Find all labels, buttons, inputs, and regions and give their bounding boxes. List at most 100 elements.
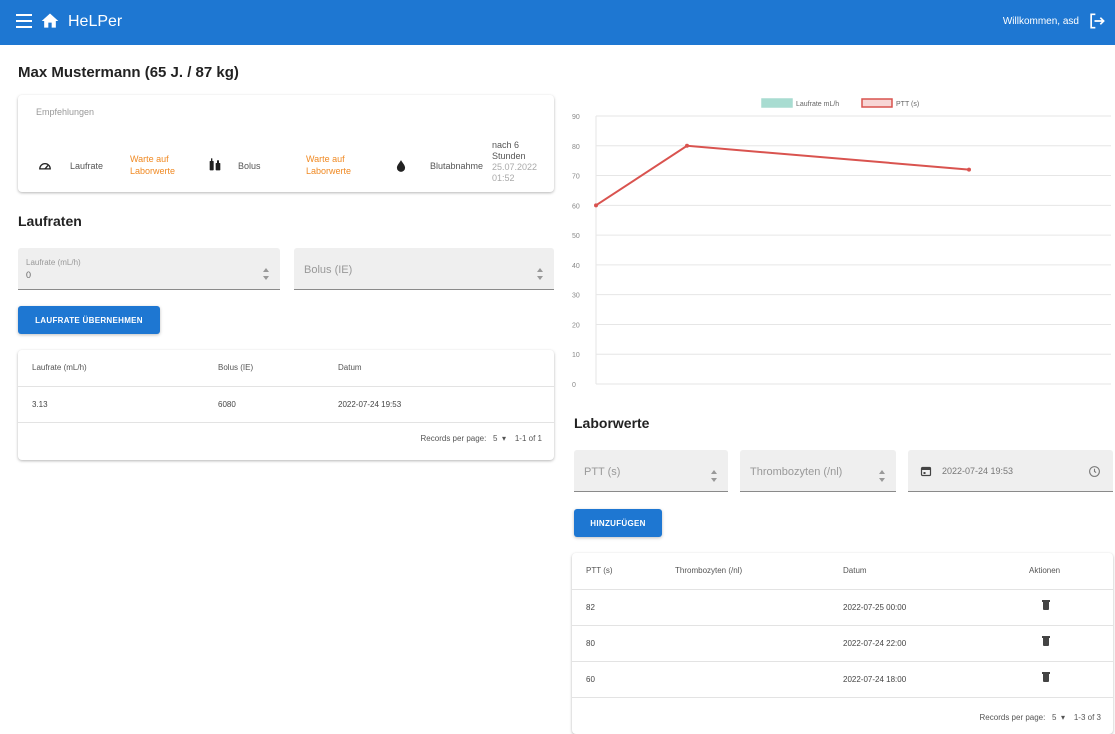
table-row: 60 2022-07-24 18:00 [572, 661, 1113, 698]
ptt-data-point [594, 203, 598, 208]
bolus-input[interactable]: Bolus (IE) [294, 248, 554, 290]
y-tick-label: 0 [572, 382, 576, 389]
blutabnahme-interval: nach 6 [492, 140, 520, 150]
laufrate-uebernehmen-button[interactable]: LAUFRATE ÜBERNEHMEN [18, 306, 160, 334]
app-bar: HeLPer Willkommen, asd [0, 0, 1115, 45]
legend-swatch [761, 98, 793, 108]
laufrate-recommendation: Warte auf Laborwerte [130, 154, 176, 176]
rows-per-page-label: Records per page: [420, 434, 487, 443]
table-row: 3.13 6080 2022-07-24 19:53 [18, 386, 554, 423]
cell-thrombozyten [661, 661, 829, 698]
thrombozyten-input-placeholder: Thrombozyten (/nl) [750, 466, 843, 478]
thrombozyten-input[interactable]: Thrombozyten (/nl) [740, 450, 896, 492]
cell-laufrate: 3.13 [18, 386, 204, 423]
cell-datum: 2022-07-25 00:00 [829, 589, 1015, 626]
bolus-stepper[interactable] [537, 268, 544, 280]
rows-per-page-select[interactable]: 5 [1052, 713, 1056, 722]
laufraten-table: Laufrate (mL/h) Bolus (IE) Datum 3.13 60… [18, 350, 554, 423]
delete-icon[interactable] [1042, 600, 1050, 610]
recommendations-card: Empfehlungen Laufrate Warte auf Laborwer… [18, 95, 554, 192]
laufraten-table-card: Laufrate (mL/h) Bolus (IE) Datum 3.13 60… [18, 350, 554, 460]
clock-icon[interactable] [1088, 465, 1101, 478]
cell-ptt: 82 [572, 589, 661, 626]
app-title[interactable]: HeLPer [68, 13, 122, 31]
y-tick-label: 80 [572, 144, 580, 151]
laufrate-label: Laufrate [70, 161, 104, 171]
col-bolus[interactable]: Bolus (IE) [204, 350, 324, 387]
col-datum[interactable]: Datum [324, 350, 554, 387]
chevron-down-icon[interactable]: ▾ [1059, 713, 1072, 722]
menu-icon[interactable] [16, 14, 32, 28]
blutabnahme-unit: Stunden [492, 151, 526, 161]
blutabnahme-time: 01:52 [492, 173, 515, 183]
bolus-label: Bolus [238, 161, 261, 171]
datetime-value: 2022-07-24 19:53 [942, 466, 1014, 476]
laborwerte-pagination: Records per page: 5 ▾ 1-3 of 3 [980, 713, 1101, 722]
patient-header: Max Mustermann (65 J. / 87 kg) [18, 64, 239, 81]
laufrate-stepper[interactable] [263, 268, 270, 280]
table-row: 82 2022-07-25 00:00 [572, 589, 1113, 626]
thrombozyten-stepper[interactable] [879, 470, 886, 482]
recommendations-title: Empfehlungen [36, 107, 95, 117]
cell-ptt: 60 [572, 661, 661, 698]
y-tick-label: 50 [572, 233, 580, 240]
legend-label: PTT (s) [896, 101, 919, 108]
laufrate-input-label: Laufrate (mL/h) [26, 258, 81, 267]
cell-datum: 2022-07-24 19:53 [324, 386, 554, 423]
table-row: 80 2022-07-24 22:00 [572, 625, 1113, 662]
datetime-input[interactable]: 2022-07-24 19:53 [908, 450, 1113, 492]
col-aktionen: Aktionen [1015, 553, 1113, 590]
col-datum[interactable]: Datum [829, 553, 1015, 590]
delete-icon[interactable] [1042, 636, 1050, 646]
cell-ptt: 80 [572, 625, 661, 662]
delete-icon[interactable] [1042, 672, 1050, 682]
welcome-text: Willkommen, asd [1002, 16, 1079, 27]
y-tick-label: 90 [572, 114, 580, 121]
ptt-input[interactable]: PTT (s) [574, 450, 728, 492]
bolus-recommendation: Warte auf Laborwerte [306, 154, 352, 176]
speedometer-icon [39, 163, 51, 170]
rows-per-page-label: Records per page: [979, 713, 1046, 722]
cell-datum: 2022-07-24 22:00 [829, 625, 1015, 662]
y-tick-label: 20 [572, 322, 580, 329]
col-ptt[interactable]: PTT (s) [572, 553, 661, 590]
home-icon[interactable] [40, 11, 60, 31]
col-thrombozyten[interactable]: Thrombozyten (/nl) [661, 553, 829, 590]
ptt-data-point [685, 143, 689, 148]
page-range: 1-3 of 3 [1073, 713, 1101, 722]
laufraten-pagination: Records per page: 5 ▾ 1-1 of 1 [421, 434, 542, 443]
y-tick-label: 10 [572, 352, 580, 359]
rows-per-page-select[interactable]: 5 [493, 434, 497, 443]
laborwerte-title: Laborwerte [574, 415, 650, 431]
syringe-icon [209, 158, 221, 171]
cell-thrombozyten [661, 625, 829, 662]
calendar-icon[interactable] [920, 465, 932, 477]
legend-swatch [861, 98, 893, 108]
lab-chart: 0 10 20 30 40 50 60 70 80 90 Laufrate mL/h PTT (s) [572, 98, 1111, 389]
ptt-data-point [967, 167, 971, 172]
hinzufuegen-button[interactable]: HINZUFÜGEN [574, 509, 662, 537]
cell-thrombozyten [661, 589, 829, 626]
laufrate-input[interactable]: Laufrate (mL/h) 0 [18, 248, 280, 290]
ptt-stepper[interactable] [711, 470, 718, 482]
ptt-input-placeholder: PTT (s) [584, 466, 621, 478]
blood-drop-icon [396, 160, 406, 172]
col-laufrate[interactable]: Laufrate (mL/h) [18, 350, 204, 387]
blutabnahme-label: Blutabnahme [430, 161, 484, 171]
y-tick-label: 70 [572, 174, 580, 181]
legend-label: Laufrate mL/h [796, 101, 839, 108]
bolus-input-placeholder: Bolus (IE) [304, 264, 353, 276]
y-tick-label: 60 [572, 203, 580, 210]
chevron-down-icon[interactable]: ▾ [500, 434, 513, 443]
laufraten-title: Laufraten [18, 213, 82, 229]
page-range: 1-1 of 1 [514, 434, 542, 443]
y-tick-label: 30 [572, 293, 580, 300]
blutabnahme-date: 25.07.2022 [492, 162, 538, 172]
y-tick-label: 40 [572, 263, 580, 270]
cell-bolus: 6080 [204, 386, 324, 423]
laufrate-input-value[interactable]: 0 [26, 270, 31, 280]
blutabnahme-info: nach 6 Stunden 25.07.2022 01:52 [492, 140, 537, 184]
laborwerte-table: PTT (s) Thrombozyten (/nl) Datum Aktione… [572, 553, 1113, 698]
logout-icon[interactable] [1087, 11, 1107, 31]
laborwerte-table-card: PTT (s) Thrombozyten (/nl) Datum Aktione… [572, 553, 1113, 734]
